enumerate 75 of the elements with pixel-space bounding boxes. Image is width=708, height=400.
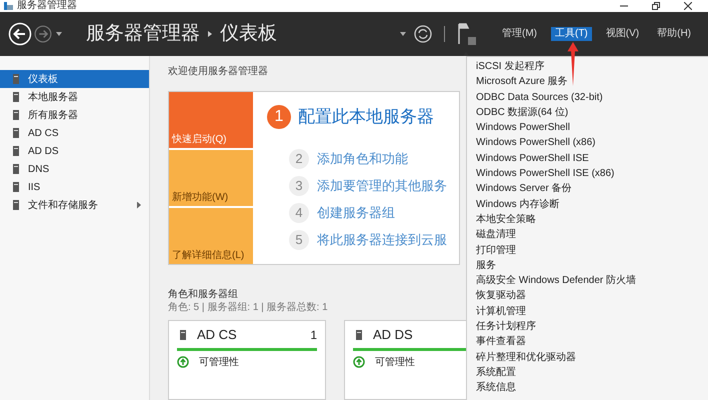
sidebar-item[interactable]: 仪表板 bbox=[0, 70, 149, 88]
tools-menu-item[interactable]: Windows PowerShell ISE bbox=[476, 150, 589, 166]
server-icon bbox=[10, 73, 22, 85]
sidebar-item[interactable]: IIS bbox=[0, 178, 149, 196]
role-card[interactable]: AD CS 1 可管理性 bbox=[168, 320, 326, 400]
menu-item[interactable]: 工具(T) bbox=[550, 27, 592, 41]
roles-title: 角色和服务器组 bbox=[168, 288, 238, 302]
up-arrow-icon bbox=[177, 356, 189, 368]
roles-summary: 角色: 5 | 服务器组: 1 | 服务器总数: 1 bbox=[168, 302, 328, 314]
server-icon bbox=[10, 145, 22, 157]
sidebar-item[interactable]: AD CS bbox=[0, 124, 149, 142]
menu-item[interactable]: 帮助(H) bbox=[653, 27, 695, 41]
tools-menu-item[interactable]: 计算机管理 bbox=[476, 304, 526, 320]
role-status: 可管理性 bbox=[375, 356, 415, 370]
menu-item[interactable]: 管理(M) bbox=[498, 27, 541, 41]
tools-menu-item[interactable]: 服务 bbox=[476, 258, 496, 274]
server-icon bbox=[10, 91, 22, 103]
tools-menu-item[interactable]: Windows PowerShell ISE (x86) bbox=[476, 166, 614, 182]
tools-menu-item[interactable]: iSCSI 发起程序 bbox=[476, 59, 544, 74]
dropdown-caret-icon[interactable] bbox=[400, 32, 406, 36]
tools-menu-item[interactable]: Windows PowerShell bbox=[476, 120, 570, 136]
step-link[interactable]: 配置此本地服务器 bbox=[298, 104, 434, 130]
step-link[interactable]: 添加角色和功能 bbox=[317, 149, 408, 169]
tools-menu-item[interactable]: 恢复驱动器 bbox=[476, 288, 526, 304]
refresh-icon[interactable] bbox=[414, 25, 432, 43]
tools-menu-item[interactable]: 高级安全 Windows Defender 防火墙 bbox=[476, 273, 636, 288]
tools-menu-item[interactable]: Windows PowerShell (x86) bbox=[476, 135, 596, 151]
tools-menu-item[interactable]: ODBC Data Sources (32-bit) bbox=[476, 90, 603, 105]
sidebar-item[interactable]: AD DS bbox=[0, 142, 149, 160]
step-number: 5 bbox=[289, 230, 309, 250]
forward-icon[interactable] bbox=[34, 25, 52, 43]
role-name: AD DS bbox=[373, 326, 413, 344]
step-number: 4 bbox=[289, 203, 309, 223]
breadcrumb-app[interactable]: 服务器管理器 bbox=[86, 20, 200, 48]
server-icon bbox=[10, 127, 22, 139]
menu-item[interactable]: 视图(V) bbox=[602, 27, 644, 41]
role-count: 1 bbox=[310, 326, 317, 344]
sidebar-item[interactable]: DNS bbox=[0, 160, 149, 178]
step-link[interactable]: 创建服务器组 bbox=[317, 203, 395, 223]
tools-menu-item[interactable]: 磁盘清理 bbox=[476, 227, 516, 243]
tools-menu-item[interactable]: Microsoft Azure 服务 bbox=[476, 74, 568, 90]
sidebar-item[interactable]: 本地服务器 bbox=[0, 88, 149, 106]
tools-menu-item[interactable]: ODBC 数据源(64 位) bbox=[476, 104, 568, 120]
tools-menu-item[interactable]: 打印管理 bbox=[476, 242, 516, 258]
step-link[interactable]: 添加要管理的其他服务 bbox=[317, 176, 447, 196]
server-icon bbox=[10, 181, 22, 193]
flag-icon[interactable] bbox=[456, 22, 477, 46]
step-link[interactable]: 将此服务器连接到云服 bbox=[317, 230, 447, 250]
close-icon[interactable] bbox=[684, 2, 692, 10]
quick-start-tile[interactable]: 新增功能(W) bbox=[169, 150, 253, 206]
role-status: 可管理性 bbox=[199, 356, 239, 370]
step-number: 1 bbox=[267, 104, 291, 129]
step-number: 2 bbox=[289, 149, 309, 169]
server-icon bbox=[353, 328, 365, 340]
up-arrow-icon bbox=[353, 356, 365, 368]
breadcrumb-separator-icon bbox=[208, 31, 212, 37]
tools-menu-item[interactable]: Windows Server 备份 bbox=[476, 181, 572, 197]
welcome-title: 欢迎使用服务器管理器 bbox=[168, 64, 268, 79]
sidebar-item[interactable]: 文件和存储服务 bbox=[0, 196, 149, 214]
tools-menu-item[interactable]: Windows 内存诊断 bbox=[476, 196, 560, 212]
tools-menu-item[interactable]: 本地安全策略 bbox=[476, 212, 536, 228]
dropdown-caret-icon[interactable] bbox=[56, 32, 62, 36]
restore-icon[interactable] bbox=[652, 2, 660, 10]
app-icon bbox=[4, 2, 13, 10]
server-icon bbox=[10, 163, 22, 175]
step-number: 3 bbox=[289, 176, 309, 196]
breadcrumb-page: 仪表板 bbox=[220, 22, 277, 46]
server-icon bbox=[10, 199, 22, 211]
role-name: AD CS bbox=[197, 326, 237, 344]
server-icon bbox=[177, 328, 189, 340]
quick-start-tile[interactable]: 了解详细信息(L) bbox=[169, 208, 253, 264]
window-title: 服务器管理器 bbox=[17, 1, 77, 11]
sidebar-item[interactable]: 所有服务器 bbox=[0, 106, 149, 124]
server-icon bbox=[10, 109, 22, 121]
back-icon[interactable] bbox=[8, 22, 32, 46]
